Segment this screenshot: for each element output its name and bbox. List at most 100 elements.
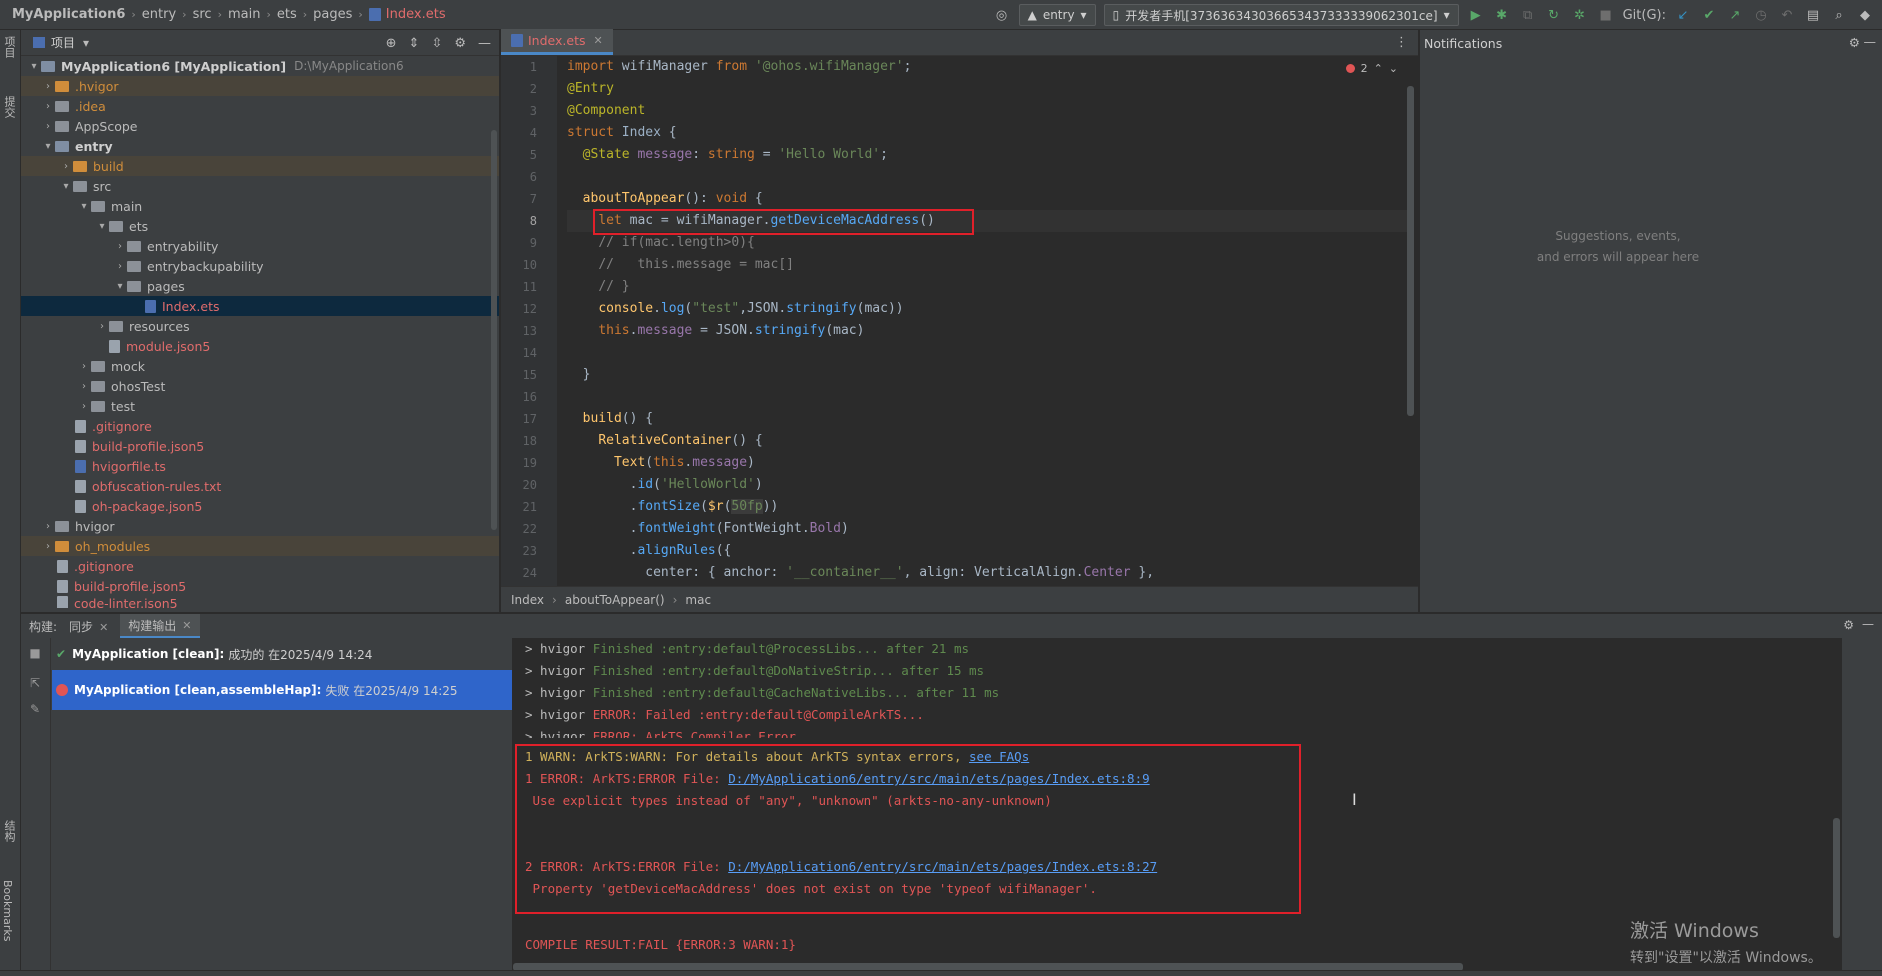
project-tool-button[interactable]: 项目 <box>1 36 17 58</box>
chevron-right-icon[interactable]: › <box>41 121 55 132</box>
pin-icon[interactable]: ✎ <box>28 702 42 716</box>
locate-icon[interactable]: ⊕ <box>386 36 397 51</box>
code-line[interactable]: // if(mac.length>0){ <box>567 232 1407 254</box>
code-line[interactable]: center: { anchor: '__container__', align… <box>567 562 1407 584</box>
crumb-main[interactable]: main <box>228 7 260 22</box>
tab-build-output[interactable]: 构建输出 ✕ <box>120 614 200 638</box>
code-line[interactable]: // this.message = mac[] <box>567 254 1407 276</box>
gear-icon[interactable]: ⚙ <box>454 36 466 51</box>
tree-item-hvigor-cache[interactable]: › .hvigor <box>21 76 499 96</box>
gear-icon[interactable]: ⚙ <box>1849 35 1860 50</box>
attach-debugger-icon[interactable]: ⧉ <box>1519 4 1537 26</box>
chevron-down-icon[interactable]: ▾ <box>113 281 127 292</box>
chevron-right-icon[interactable]: › <box>41 541 55 552</box>
inspection-widget[interactable]: 2 ⌃ ⌄ <box>1345 62 1398 75</box>
chevron-right-icon[interactable]: › <box>95 321 109 332</box>
more-options-icon[interactable]: ⋮ <box>1395 35 1408 50</box>
code-line[interactable]: @Entry <box>567 78 1407 100</box>
tree-item-module-json5[interactable]: module.json5 <box>21 336 499 356</box>
collapse-all-icon[interactable]: ⇳ <box>431 36 442 51</box>
git-update-icon[interactable]: ↙ <box>1674 4 1692 26</box>
code-line[interactable]: struct Index { <box>567 122 1407 144</box>
code-line[interactable]: @Component <box>567 100 1407 122</box>
chevron-down-icon[interactable]: ▾ <box>77 201 91 212</box>
code-line[interactable]: } <box>567 364 1407 386</box>
chevron-right-icon[interactable]: › <box>77 401 91 412</box>
structure-tool-button[interactable]: 结构 <box>1 820 17 842</box>
tree-item-root-build-profile[interactable]: build-profile.json5 <box>21 576 499 596</box>
profile-icon[interactable]: ✲ <box>1571 4 1589 26</box>
git-commit-icon[interactable]: ✔ <box>1700 4 1718 26</box>
crumb-project[interactable]: MyApplication6 <box>12 7 125 22</box>
code-line[interactable]: .alignRules({ <box>567 540 1407 562</box>
code-line[interactable]: aboutToAppear(): void { <box>567 188 1407 210</box>
chevron-right-icon[interactable]: › <box>41 521 55 532</box>
code-line[interactable] <box>567 342 1407 364</box>
stop-icon[interactable]: ■ <box>28 646 42 660</box>
crumb-method[interactable]: aboutToAppear() <box>565 593 665 607</box>
project-structure-icon[interactable]: ▤ <box>1804 4 1822 26</box>
tree-item-mock[interactable]: › mock <box>21 356 499 376</box>
chevron-right-icon[interactable]: › <box>41 101 55 112</box>
project-title[interactable]: 项目 <box>51 34 75 51</box>
code-line[interactable] <box>567 386 1407 408</box>
chevron-down-icon[interactable]: ▾ <box>27 61 41 72</box>
tree-item-main[interactable]: ▾ main <box>21 196 499 216</box>
tree-item-build-profile[interactable]: build-profile.json5 <box>21 436 499 456</box>
target-icon[interactable]: ◎ <box>993 4 1011 26</box>
chevron-right-icon[interactable]: › <box>77 361 91 372</box>
tree-item-index-ets[interactable]: Index.ets <box>21 296 499 316</box>
minimize-icon[interactable]: — <box>1864 34 1877 49</box>
close-icon[interactable]: ✕ <box>182 619 191 632</box>
chevron-right-icon[interactable]: › <box>113 261 127 272</box>
close-icon[interactable]: ✕ <box>99 621 108 634</box>
tree-item-resources[interactable]: › resources <box>21 316 499 336</box>
crumb-struct[interactable]: Index <box>511 593 544 607</box>
code-line[interactable]: build() { <box>567 408 1407 430</box>
crumb-pages[interactable]: pages <box>313 7 352 22</box>
search-icon[interactable]: ⌕ <box>1830 4 1848 26</box>
close-icon[interactable]: ✕ <box>594 34 603 47</box>
tree-item-pages[interactable]: ▾ pages <box>21 276 499 296</box>
code-line[interactable]: console.log("test",JSON.stringify(mac)) <box>567 298 1407 320</box>
tree-item-idea[interactable]: › .idea <box>21 96 499 116</box>
git-push-icon[interactable]: ↗ <box>1726 4 1744 26</box>
run-icon[interactable]: ▶ <box>1467 4 1485 26</box>
chevron-right-icon[interactable]: › <box>59 161 73 172</box>
code-line[interactable]: Text(this.message) <box>567 452 1407 474</box>
tree-item-entry[interactable]: ▾ entry <box>21 136 499 156</box>
crumb-variable[interactable]: mac <box>685 593 711 607</box>
code-line[interactable]: let mac = wifiManager.getDeviceMacAddres… <box>567 210 1407 232</box>
tab-sync[interactable]: 同步 ✕ <box>69 618 108 635</box>
tree-item-oh-modules[interactable]: › oh_modules <box>21 536 499 556</box>
stop-icon[interactable]: ■ <box>1597 4 1615 26</box>
crumb-src[interactable]: src <box>193 7 212 22</box>
faq-link[interactable]: see FAQs <box>969 749 1029 764</box>
chevron-right-icon[interactable]: › <box>77 381 91 392</box>
code-line[interactable]: @State message: string = 'Hello World'; <box>567 144 1407 166</box>
build-run-failed[interactable]: MyApplication [clean,assembleHap]: 失败 在20… <box>52 670 512 710</box>
project-scrollbar[interactable] <box>491 130 497 530</box>
tree-item-code-linter[interactable]: code-linter.json5 <box>21 596 499 608</box>
run-config-select[interactable]: ▲ entry ▾ <box>1018 4 1096 26</box>
tree-item-entryability[interactable]: › entryability <box>21 236 499 256</box>
chevron-down-icon[interactable]: ⌄ <box>1389 62 1398 75</box>
logo-icon[interactable]: ◆ <box>1856 4 1874 26</box>
chevron-down-icon[interactable]: ▾ <box>95 221 109 232</box>
tree-item-root-gitignore[interactable]: .gitignore <box>21 556 499 576</box>
chevron-right-icon[interactable]: › <box>41 81 55 92</box>
git-history-icon[interactable]: ◷ <box>1752 4 1770 26</box>
tree-item-hvigor[interactable]: › hvigor <box>21 516 499 536</box>
tab-index-ets[interactable]: Index.ets ✕ <box>501 29 613 55</box>
code-line[interactable]: .id('HelloWorld') <box>567 474 1407 496</box>
open-external-icon[interactable]: ⇱ <box>28 676 42 690</box>
device-select[interactable]: ▯ 开发者手机[373636343036653437333339062301ce]… <box>1103 4 1459 26</box>
code-line[interactable] <box>567 166 1407 188</box>
error-file-link[interactable]: D:/MyApplication6/entry/src/main/ets/pag… <box>728 859 1157 874</box>
chevron-down-icon[interactable]: ▾ <box>41 141 55 152</box>
git-rollback-icon[interactable]: ↶ <box>1778 4 1796 26</box>
debug-icon[interactable]: ✱ <box>1493 4 1511 26</box>
tree-item-test[interactable]: › test <box>21 396 499 416</box>
apply-changes-icon[interactable]: ↻ <box>1545 4 1563 26</box>
console-vertical-scrollbar[interactable] <box>1833 818 1840 938</box>
